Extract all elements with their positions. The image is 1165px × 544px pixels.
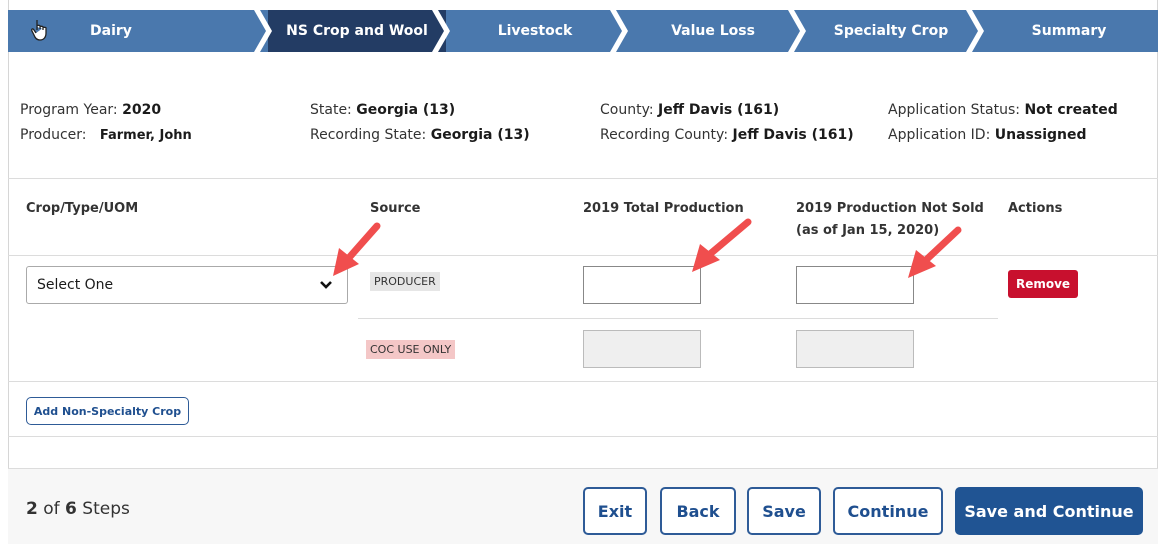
info-col-4: Application Status: Not created Applicat…	[888, 98, 1118, 148]
application-id: Application ID: Unassigned	[888, 127, 1087, 143]
step-label: Specialty Crop	[833, 23, 949, 39]
step-label: Value Loss	[671, 23, 755, 39]
step-label: Summary	[1031, 23, 1107, 39]
header-actions: Actions	[1008, 201, 1063, 216]
step-label: Dairy	[90, 23, 132, 39]
recording-state: Recording State: Georgia (13)	[310, 127, 530, 143]
county: County: Jeff Davis (161)	[600, 102, 780, 118]
step-summary[interactable]: Summary	[980, 10, 1158, 52]
info-col-2: State: Georgia (13) Recording State: Geo…	[310, 98, 530, 148]
source-coc-badge: COC USE ONLY	[366, 340, 456, 359]
coc-total-production-input	[583, 330, 701, 368]
crop-select-value: Select One	[37, 277, 114, 293]
step-specialty-crop[interactable]: Specialty Crop	[802, 10, 984, 52]
recording-county: Recording County: Jeff Davis (161)	[600, 127, 854, 143]
step-livestock[interactable]: Livestock	[446, 10, 628, 52]
remove-button[interactable]: Remove	[1008, 270, 1078, 298]
application-status: Application Status: Not created	[888, 102, 1118, 118]
producer: Producer: Farmer, John	[20, 127, 192, 143]
step-chevron	[254, 10, 272, 52]
step-navigation: Dairy NS Crop and Wool Livestock Value L…	[8, 10, 1158, 52]
hand-cursor-icon	[31, 20, 47, 41]
chevron-down-icon	[320, 281, 332, 289]
program-year: Program Year: 2020	[20, 102, 162, 118]
not-sold-input[interactable]	[796, 266, 914, 304]
divider	[8, 178, 1158, 179]
header-crop: Crop/Type/UOM	[26, 201, 139, 216]
add-non-specialty-crop-button[interactable]: Add Non-Specialty Crop	[26, 397, 189, 425]
step-value-loss[interactable]: Value Loss	[624, 10, 806, 52]
header-total-production: 2019 Total Production	[583, 201, 744, 216]
state: State: Georgia (13)	[310, 102, 456, 118]
divider	[8, 255, 1158, 256]
step-chevron	[610, 10, 628, 52]
step-ns-crop-and-wool[interactable]: NS Crop and Wool	[268, 10, 450, 52]
divider	[358, 318, 998, 319]
step-chevron	[432, 10, 450, 52]
coc-not-sold-input	[796, 330, 914, 368]
back-button[interactable]: Back	[660, 487, 736, 535]
divider	[8, 381, 1158, 382]
total-production-input[interactable]	[583, 266, 701, 304]
save-button[interactable]: Save	[747, 487, 821, 535]
step-counter: 2 of 6 Steps	[26, 499, 130, 519]
exit-button[interactable]: Exit	[583, 487, 647, 535]
divider	[8, 436, 1158, 437]
step-label: Livestock	[497, 23, 573, 39]
crop-select[interactable]: Select One	[26, 266, 348, 304]
info-col-1: Program Year: 2020 Producer: Farmer, Joh…	[20, 98, 192, 148]
header-source: Source	[370, 201, 421, 216]
step-chevron	[788, 10, 806, 52]
step-dairy[interactable]: Dairy	[8, 10, 272, 52]
continue-button[interactable]: Continue	[833, 487, 943, 535]
step-label: NS Crop and Wool	[286, 23, 428, 39]
step-chevron	[966, 10, 984, 52]
header-not-sold: 2019 Production Not Sold (as of Jan 15, …	[796, 201, 984, 238]
info-col-3: County: Jeff Davis (161) Recording Count…	[600, 98, 854, 148]
source-producer-badge: PRODUCER	[370, 272, 440, 291]
save-and-continue-button[interactable]: Save and Continue	[955, 487, 1143, 535]
